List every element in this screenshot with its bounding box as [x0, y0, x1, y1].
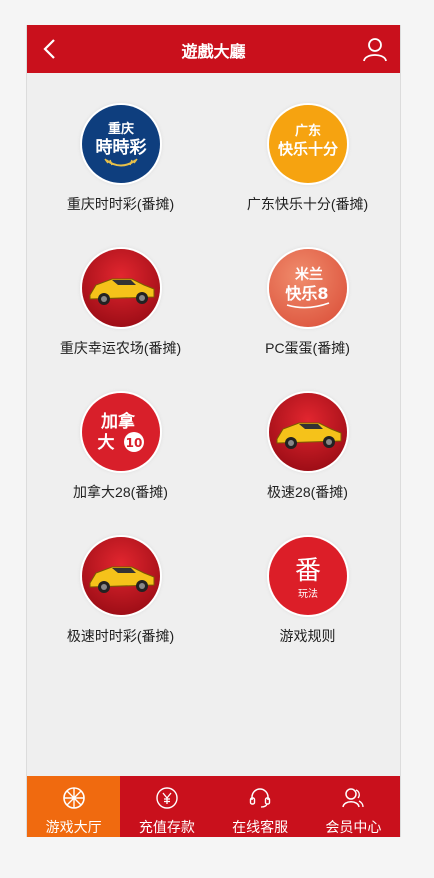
svg-text:玩法: 玩法: [298, 587, 318, 600]
game-item-canada-28[interactable]: 加拿 大 10 加拿大28(番摊): [27, 393, 214, 502]
game-item-cq-ssc[interactable]: 重庆 時時彩 重庆时时彩(番摊): [27, 105, 214, 214]
game-label: 极速28(番摊): [267, 484, 348, 500]
svg-text:時時彩: 時時彩: [95, 137, 146, 158]
game-item-rules[interactable]: 番 玩法 游戏规则: [214, 537, 401, 646]
tab-label: 会员中心: [325, 819, 382, 835]
user-icon[interactable]: [362, 36, 388, 62]
tab-game-hall[interactable]: 游戏大厅: [27, 776, 121, 837]
members-icon: [342, 788, 365, 808]
game-item-cq-xync[interactable]: 重庆幸运农场(番摊): [27, 249, 214, 358]
sports-car-icon: [81, 249, 160, 327]
game-label: PC蛋蛋(番摊): [265, 340, 350, 356]
svg-text:米兰: 米兰: [295, 266, 323, 283]
game-item-gd-klsf[interactable]: 广东 快乐十分 广东快乐十分(番摊): [214, 105, 401, 214]
game-label: 重庆幸运农场(番摊): [59, 340, 182, 356]
yen-coin-icon: [156, 787, 178, 809]
cq-ssc-logo-icon: 重庆 時時彩: [81, 105, 160, 183]
svg-text:广东: 广东: [294, 123, 320, 139]
pc-dandan-logo-icon: 米兰 快乐8: [268, 249, 347, 327]
tab-label: 在线客服: [232, 819, 289, 835]
game-item-jisu-28[interactable]: 极速28(番摊): [214, 393, 401, 502]
svg-text:大: 大: [97, 432, 114, 453]
tab-label: 游戏大厅: [45, 819, 102, 835]
game-label: 广东快乐十分(番摊): [246, 196, 369, 212]
game-label: 游戏规则: [279, 628, 336, 644]
canada-28-logo-icon: 加拿 大 10: [81, 393, 160, 471]
rules-logo-icon: 番 玩法: [268, 537, 347, 615]
sports-car-icon: [268, 393, 347, 471]
game-label: 重庆时时彩(番摊): [66, 196, 175, 212]
tab-member-center[interactable]: 会员中心: [307, 776, 400, 837]
app-frame: 遊戲大廳 重庆 時時彩 重庆时时彩(番摊) 广东 快乐十分 广东快乐十分(番摊)…: [26, 25, 401, 837]
wheel-icon: [62, 787, 85, 809]
gd-klsf-logo-icon: 广东 快乐十分: [268, 105, 347, 183]
svg-text:快乐8: 快乐8: [285, 284, 328, 303]
svg-text:快乐十分: 快乐十分: [277, 140, 337, 158]
game-item-jisu-ssc[interactable]: 极速时时彩(番摊): [27, 537, 214, 646]
game-label: 加拿大28(番摊): [73, 484, 168, 500]
svg-text:10: 10: [125, 436, 142, 450]
headset-icon: [249, 788, 271, 808]
tab-online-service[interactable]: 在线客服: [214, 776, 307, 837]
svg-text:重庆: 重庆: [107, 121, 133, 137]
header-bar: 遊戲大廳: [27, 25, 400, 73]
svg-text:番: 番: [294, 556, 320, 586]
sports-car-icon: [81, 537, 160, 615]
game-label: 极速时时彩(番摊): [66, 628, 175, 644]
svg-text:加拿: 加拿: [100, 411, 136, 432]
tab-label: 充值存款: [138, 819, 195, 835]
game-item-pc-dandan[interactable]: 米兰 快乐8 PC蛋蛋(番摊): [214, 249, 401, 358]
page-title: 遊戲大廳: [181, 44, 246, 61]
bottom-tab-bar: 游戏大厅 充值存款 在线客服 会员中心: [27, 776, 400, 837]
tab-recharge[interactable]: 充值存款: [120, 776, 213, 837]
